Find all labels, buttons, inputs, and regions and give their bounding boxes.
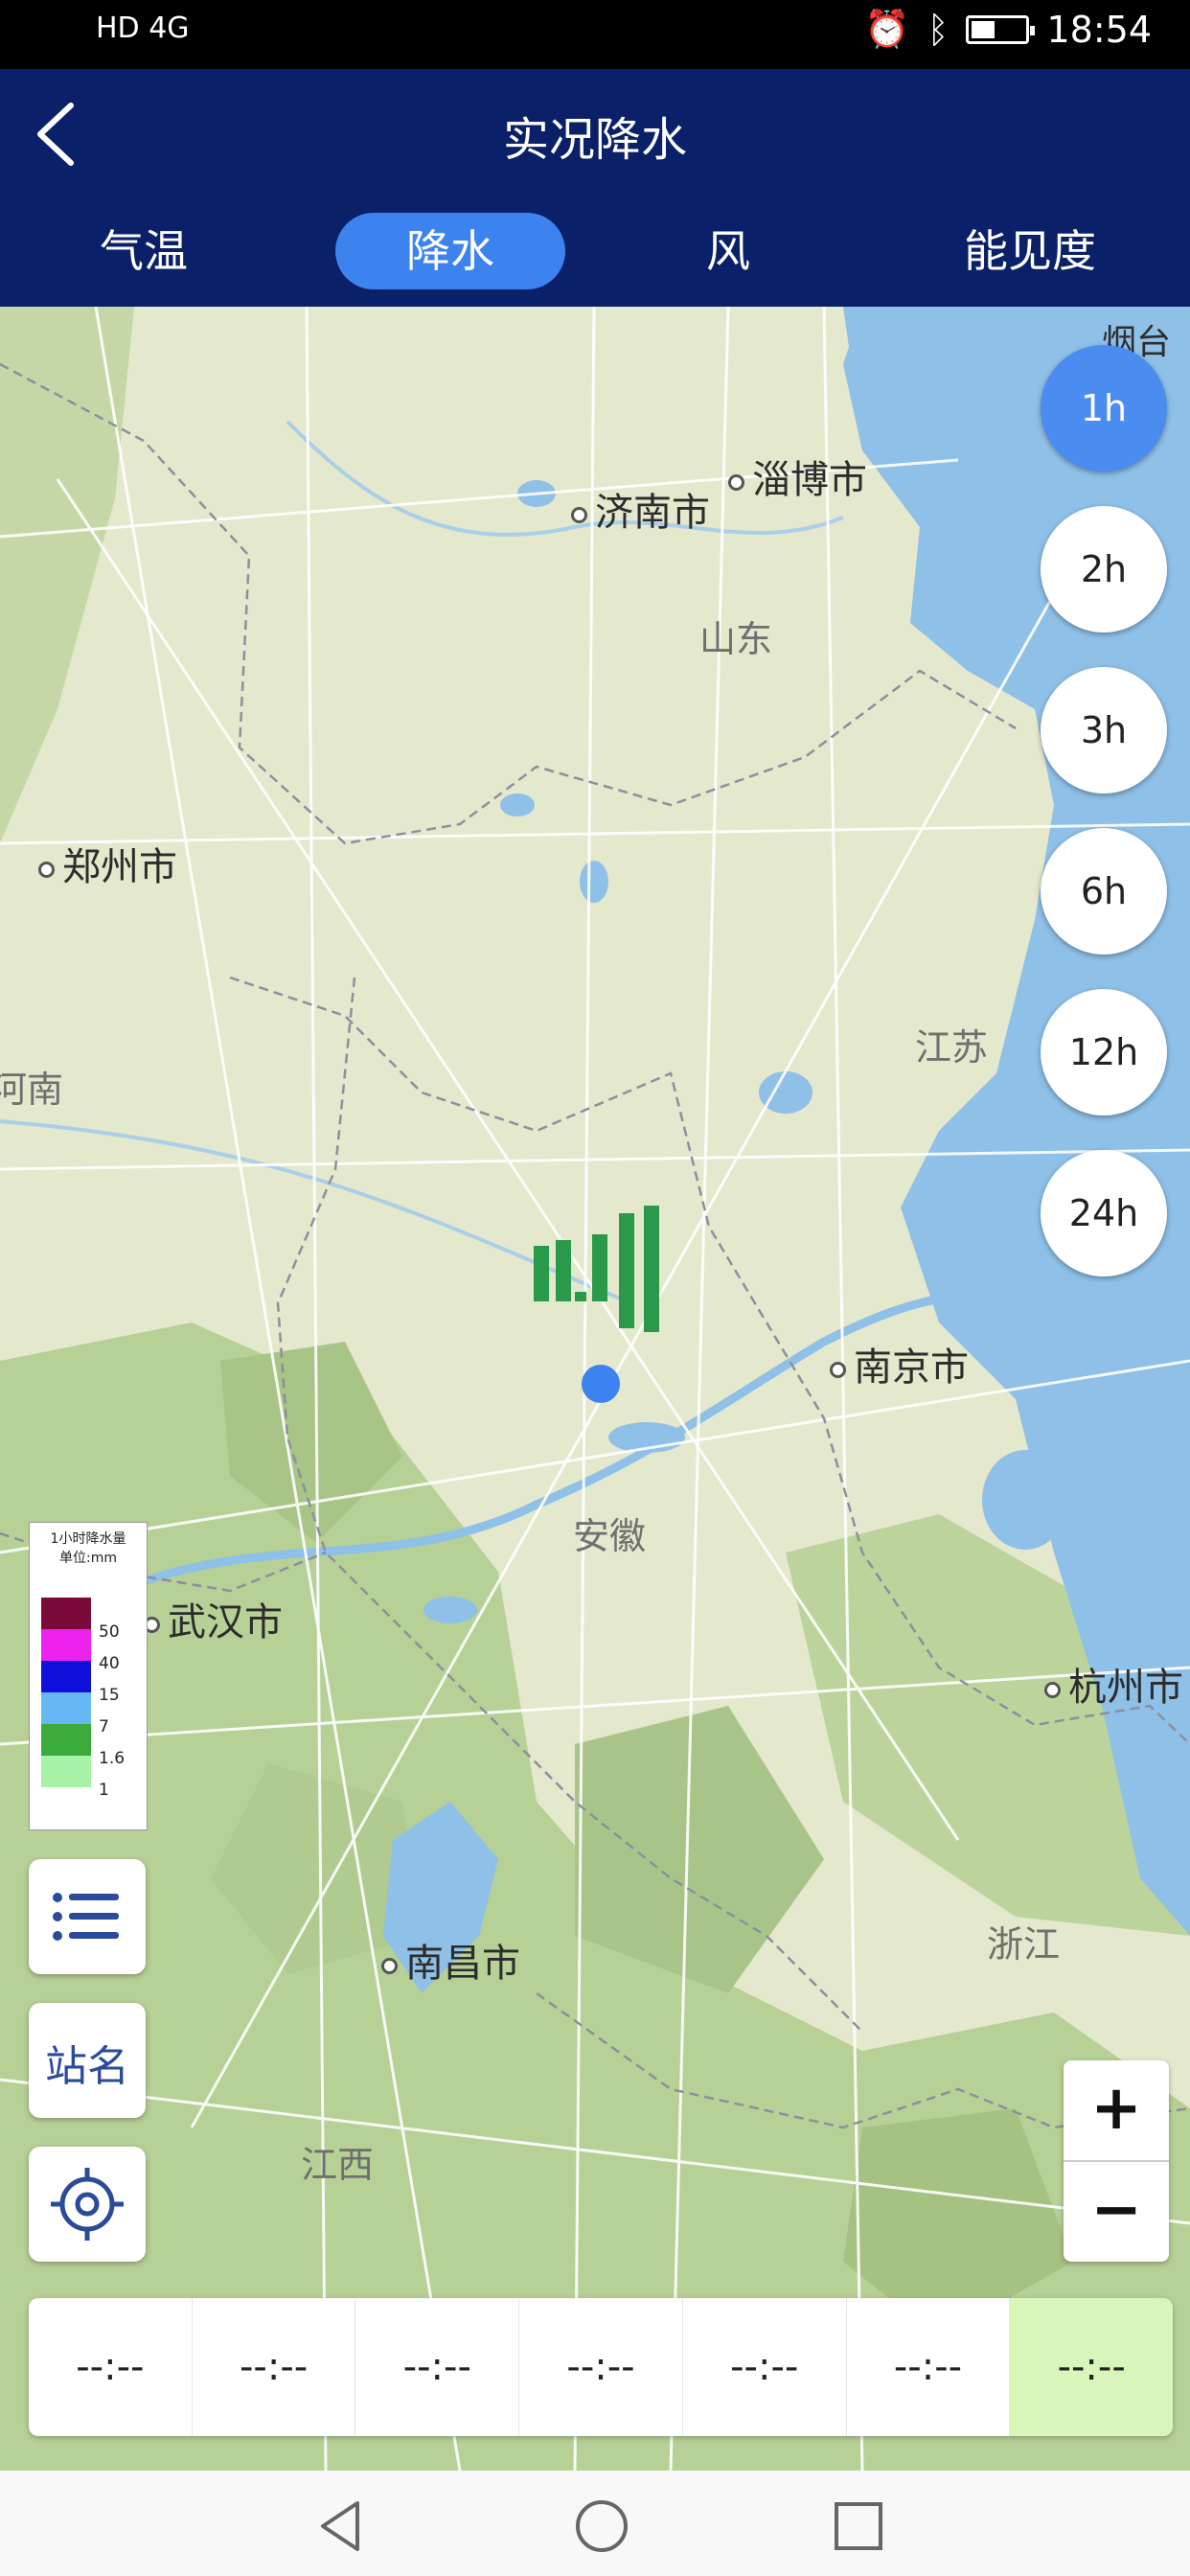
- legend-swatch-15: [41, 1661, 91, 1692]
- current-location-dot: [582, 1365, 620, 1403]
- legend-value: 15: [99, 1686, 120, 1705]
- city-jinan: 济南市: [571, 481, 710, 537]
- nav-back-icon[interactable]: [311, 2497, 369, 2555]
- province-shandong: 山东: [699, 618, 773, 660]
- map-base: [0, 307, 1190, 2471]
- city-zibo: 淄博市: [728, 448, 867, 504]
- city-zhengzhou: 郑州市: [38, 836, 177, 891]
- target-icon: [51, 2168, 124, 2241]
- zoom-control: + −: [1064, 2060, 1169, 2262]
- nav-recents-icon[interactable]: [830, 2497, 887, 2555]
- legend-title: 1小时降水量: [50, 1531, 126, 1547]
- clock: 18:54: [1046, 8, 1152, 51]
- legend-value: 1.6: [99, 1749, 126, 1768]
- timeline-slot[interactable]: --:--: [193, 2298, 356, 2436]
- timeline-slot[interactable]: --:--: [847, 2298, 1011, 2436]
- legend-swatch-1: [41, 1756, 91, 1787]
- city-nanjing: 南京市: [830, 1336, 969, 1392]
- province-anhui: 安徽: [573, 1515, 647, 1557]
- bluetooth-icon: ᛒ: [927, 8, 950, 51]
- legend-swatch-1-6: [41, 1724, 91, 1756]
- precipitation-legend: 1小时降水量 单位:mm 50 40 15 7 1.6 1: [29, 1522, 148, 1830]
- network-indicator: HD 4G: [96, 12, 190, 45]
- province-jiangsu: 江苏: [915, 1026, 989, 1069]
- timeline-bar: --:-- --:-- --:-- --:-- --:-- --:-- --:-…: [29, 2298, 1173, 2436]
- station-name-label: 站名: [45, 2042, 129, 2091]
- timeline-slot-selected[interactable]: --:--: [1010, 2298, 1173, 2436]
- timeline-slot[interactable]: --:--: [683, 2298, 847, 2436]
- timeline-slot[interactable]: --:--: [519, 2298, 683, 2436]
- legend-swatch-7: [41, 1692, 91, 1724]
- time-range-6h-button[interactable]: 6h: [1041, 828, 1167, 954]
- legend-swatch-50: [41, 1598, 91, 1629]
- province-zhejiang: 浙江: [987, 1923, 1061, 1966]
- tab-visibility[interactable]: 能见度: [929, 213, 1131, 289]
- city-nanchang: 南昌市: [381, 1932, 520, 1988]
- list-icon: [53, 1893, 119, 1941]
- city-hangzhou: 杭州市: [1044, 1656, 1183, 1712]
- map-view[interactable]: 淄博市 济南市 郑州市 南京市 武汉市 杭州市 南昌市 山东 江苏 安徽 浙江 …: [0, 307, 1190, 2471]
- time-range-2h-button[interactable]: 2h: [1041, 506, 1167, 632]
- legend-unit: 单位:mm: [59, 1551, 117, 1566]
- app-header: 实况降水 气温 降水 风 能见度: [0, 69, 1190, 307]
- timeline-slot[interactable]: --:--: [29, 2298, 193, 2436]
- time-range-12h-button[interactable]: 12h: [1041, 989, 1167, 1116]
- timeline-slot[interactable]: --:--: [355, 2298, 520, 2436]
- tab-precipitation[interactable]: 降水: [335, 213, 565, 289]
- station-list-button[interactable]: [29, 1859, 146, 1974]
- legend-value: 50: [99, 1622, 120, 1642]
- time-range-1h-button[interactable]: 1h: [1041, 345, 1167, 472]
- alarm-icon: ⏰: [864, 8, 910, 50]
- zoom-out-button[interactable]: −: [1064, 2162, 1169, 2262]
- tab-wind[interactable]: 风: [671, 213, 786, 289]
- status-bar: HD 4G ⏰ ᛒ 18:54: [0, 0, 1190, 69]
- locate-button[interactable]: [29, 2147, 146, 2262]
- legend-value: 40: [99, 1654, 120, 1673]
- zoom-in-button[interactable]: +: [1064, 2060, 1169, 2160]
- page-title: 实况降水: [502, 113, 687, 167]
- tab-temperature[interactable]: 气温: [57, 213, 230, 289]
- legend-value: 7: [99, 1717, 109, 1736]
- legend-swatch-40: [41, 1629, 91, 1661]
- time-range-24h-button[interactable]: 24h: [1041, 1150, 1167, 1276]
- city-wuhan: 武汉市: [144, 1591, 283, 1646]
- tab-bar: 气温 降水 风 能见度: [0, 205, 1190, 291]
- time-range-3h-button[interactable]: 3h: [1041, 667, 1167, 794]
- system-nav-bar: [0, 2471, 1190, 2576]
- station-name-toggle-button[interactable]: 站名: [29, 2003, 146, 2118]
- province-henan: 河南: [0, 1069, 64, 1111]
- battery-icon: [966, 14, 1036, 44]
- nav-home-icon[interactable]: [573, 2497, 630, 2555]
- province-jiangxi: 江西: [301, 2144, 375, 2186]
- legend-value: 1: [99, 1781, 109, 1800]
